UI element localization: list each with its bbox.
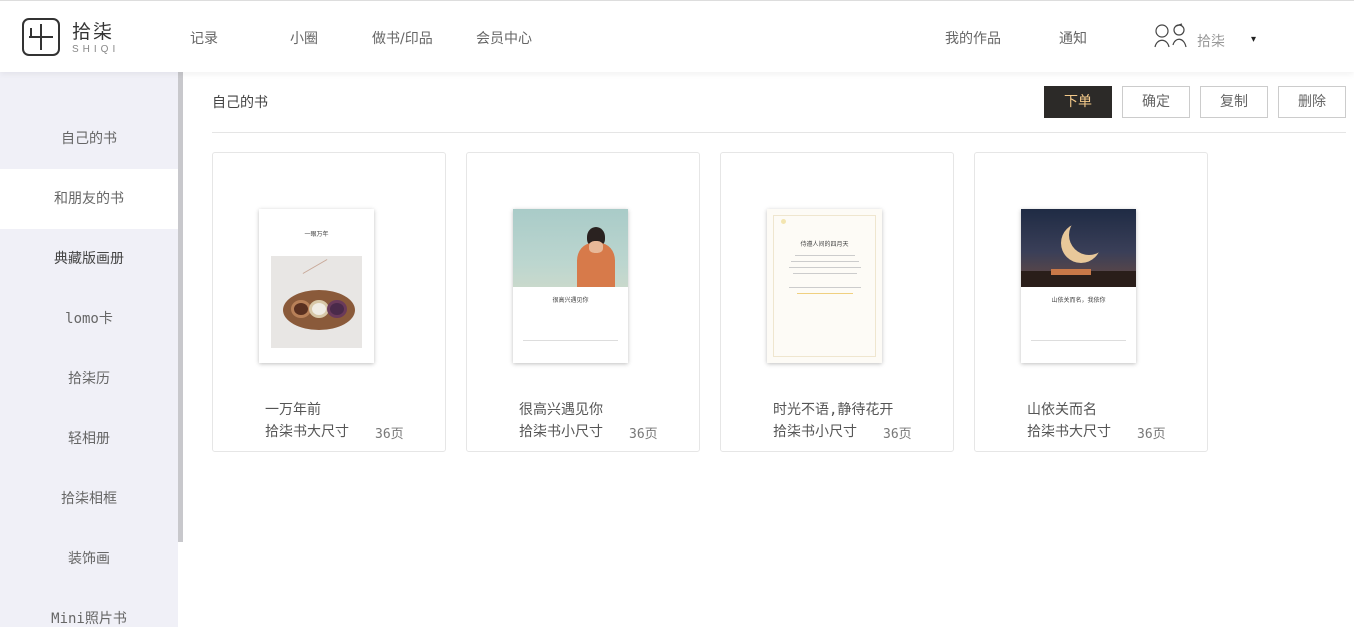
avatar[interactable] [1152,21,1192,53]
user-name[interactable]: 拾柒 [1197,31,1225,51]
confirm-button[interactable]: 确定 [1122,86,1190,118]
sidebar-item-lomo-card[interactable]: lomo卡 [0,289,178,349]
logo-subtext: SHIQI [72,44,120,55]
chevron-down-icon[interactable]: ▾ [1251,34,1256,45]
book-type: 拾柒书大尺寸 [265,424,349,440]
book-cover-image[interactable]: 一眼万年 [259,209,374,363]
sidebar-item-photo-frame[interactable]: 拾柒相框 [0,469,178,529]
cover-title: 山依关而名，我依你 [1051,298,1106,304]
nav-notifications[interactable]: 通知 [1059,28,1087,48]
cover-title: 很高兴遇见你 [552,298,589,304]
cover-photo [1021,209,1136,287]
sidebar-item-mini-photobook[interactable]: Mini照片书 [0,589,178,627]
book-cover-image[interactable]: 很高兴遇见你 [513,209,628,363]
sidebar-item-light-album[interactable]: 轻相册 [0,409,178,469]
nav-member-center[interactable]: 会员中心 [476,28,532,48]
sidebar-item-own-books[interactable]: 自己的书 [0,109,178,169]
book-title: 很高兴遇见你 [519,402,603,418]
book-card[interactable]: 山依关而名，我依你 山依关而名 拾柒书大尺寸 36页 [974,152,1208,452]
book-type: 拾柒书小尺寸 [773,424,857,440]
nav-record[interactable]: 记录 [190,28,218,48]
book-cover-image[interactable]: 山依关而名，我依你 [1021,209,1136,363]
book-title: 时光不语,静待花开 [773,402,894,418]
book-pages: 36页 [883,427,912,442]
delete-button[interactable]: 删除 [1278,86,1346,118]
book-pages: 36页 [375,427,404,442]
copy-button[interactable]: 复制 [1200,86,1268,118]
order-button[interactable]: 下单 [1044,86,1112,118]
sidebar-item-calendar[interactable]: 拾柒历 [0,349,178,409]
book-title: 一万年前 [265,402,321,418]
book-title: 山依关而名 [1027,402,1097,418]
nav-my-works[interactable]: 我的作品 [945,28,1001,48]
sidebar: 自己的书 和朋友的书 典藏版画册 lomo卡 拾柒历 轻相册 拾柒相框 装饰画 … [0,72,178,627]
sidebar-scrollbar[interactable] [178,72,183,542]
divider [212,132,1346,133]
book-pages: 36页 [629,427,658,442]
book-type: 拾柒书小尺寸 [519,424,603,440]
page-title: 自己的书 [212,95,268,111]
cover-photo [271,256,362,348]
book-card[interactable]: 很高兴遇见你 很高兴遇见你 拾柒书小尺寸 36页 [466,152,700,452]
logo-icon[interactable] [22,18,60,56]
nav-make-book[interactable]: 做书/印品 [372,28,433,48]
sidebar-item-collector-album[interactable]: 典藏版画册 [0,229,178,289]
logo-text[interactable]: 拾柒 [72,17,114,44]
nav-circle[interactable]: 小圈 [290,28,318,48]
book-pages: 36页 [1137,427,1166,442]
cover-title: 一眼万年 [304,232,329,238]
sidebar-item-decor-painting[interactable]: 装饰画 [0,529,178,589]
book-type: 拾柒书大尺寸 [1027,424,1111,440]
cover-photo [513,209,628,287]
cover-title: 侍遵人间的四月天 [800,242,849,248]
top-navigation-bar: 拾柒 SHIQI 记录 小圈 做书/印品 会员中心 我的作品 通知 拾柒 ▾ [0,0,1354,72]
book-cover-image[interactable]: 侍遵人间的四月天 [767,209,882,363]
book-card[interactable]: 侍遵人间的四月天 时光不语,静待花开 拾柒书小尺寸 36页 [720,152,954,452]
book-card[interactable]: 一眼万年 一万年前 拾柒书大尺寸 36页 [212,152,446,452]
sidebar-item-friends-books[interactable]: 和朋友的书 [0,169,178,229]
